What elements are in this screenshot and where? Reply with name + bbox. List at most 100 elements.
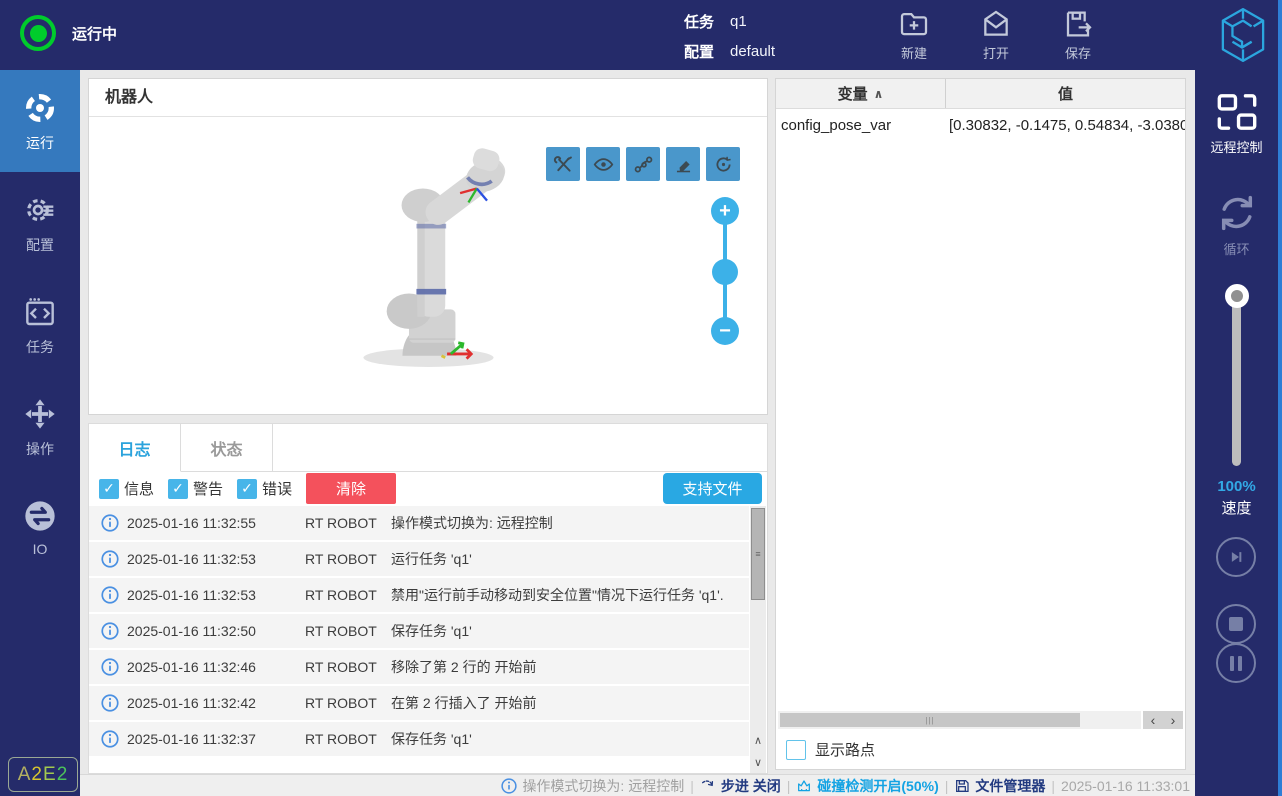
speed-percent: 100%: [1217, 478, 1256, 495]
log-message: 禁用"运行前手动移动到安全位置"情况下运行任务 'q1'.: [391, 587, 724, 603]
scroll-up-icon[interactable]: ∧: [750, 729, 766, 751]
variables-panel: 变量 ∧ 值 config_pose_var [0.30832, -0.1475…: [775, 78, 1186, 770]
open-task-icon: [980, 8, 1012, 40]
log-vertical-scrollbar[interactable]: ≡ ∧ ∨: [750, 506, 766, 773]
log-source: RT ROBOT: [305, 587, 377, 603]
sidebar-item[interactable]: 配置: [0, 172, 80, 274]
log-time: 2025-01-16 11:32:42: [127, 695, 256, 711]
run-status: 运行中: [20, 15, 117, 51]
log-source: RT ROBOT: [305, 515, 377, 531]
filter-checkbox[interactable]: [237, 478, 258, 499]
eraser-icon: [673, 154, 694, 175]
pause-button[interactable]: [1216, 643, 1256, 683]
view-tool-button[interactable]: [586, 147, 620, 181]
sidebar-item[interactable]: 运行: [0, 70, 80, 172]
scroll-right-icon[interactable]: ›: [1171, 713, 1176, 727]
task-label: 任务: [684, 13, 715, 31]
view-toolbar: [546, 147, 740, 181]
log-filter[interactable]: 错误: [237, 478, 292, 499]
tab-strip-spacer: [273, 424, 767, 472]
task-config-block: 任务 q1 配置 default: [684, 6, 775, 66]
log-entry-row[interactable]: 2025-01-16 11:32:46 RT ROBOT 移除了第 2 行的 开…: [89, 650, 749, 686]
view-tool-button[interactable]: [626, 147, 660, 181]
show-waypoints-checkbox[interactable]: [786, 739, 806, 760]
show-waypoints-label: 显示路点: [815, 742, 876, 759]
file-manager-icon: [954, 778, 970, 794]
variables-horizontal-scrollbar[interactable]: |||: [778, 711, 1141, 729]
pause-icon: [1230, 655, 1242, 671]
scroll-left-icon[interactable]: ‹: [1151, 713, 1156, 727]
config-label: 配置: [684, 43, 715, 61]
log-filters: 信息 警告 错误: [99, 478, 306, 499]
info-icon: [101, 586, 119, 604]
log-panel-tab[interactable]: 状态: [181, 424, 273, 472]
filter-checkbox[interactable]: [168, 478, 189, 499]
zoom-slider-handle[interactable]: [712, 259, 738, 285]
zoom-out-button[interactable]: −: [711, 317, 739, 345]
log-source: RT ROBOT: [305, 551, 377, 567]
log-entry-row[interactable]: 2025-01-16 11:32:42 RT ROBOT 在第 2 行插入了 开…: [89, 686, 749, 722]
sidebar-item[interactable]: IO: [0, 478, 80, 580]
view-tool-button[interactable]: [546, 147, 580, 181]
step-forward-button[interactable]: [1216, 537, 1256, 577]
stop-button[interactable]: [1216, 604, 1256, 644]
log-message: 操作模式切换为: 远程控制: [391, 515, 553, 531]
log-entry-row[interactable]: 2025-01-16 11:32:50 RT ROBOT 保存任务 'q1': [89, 614, 749, 650]
scrollbar-thumb[interactable]: ≡: [751, 508, 765, 600]
zoom-in-button[interactable]: +: [711, 197, 739, 225]
run-icon: [24, 92, 56, 124]
sidebar-nav: 运行 配置 任务 操作 IO: [0, 70, 80, 580]
view-tool-button[interactable]: [666, 147, 700, 181]
sidebar-item[interactable]: 任务: [0, 274, 80, 376]
log-filter[interactable]: 警告: [168, 478, 223, 499]
statusbar-clock: 2025-01-16 11:33:01: [1061, 777, 1190, 794]
log-entry-row[interactable]: 2025-01-16 11:32:55 RT ROBOT 操作模式切换为: 远程…: [89, 506, 749, 542]
topbar-action-button[interactable]: 新建: [893, 8, 935, 62]
panel-title: 机器人: [89, 79, 767, 117]
scrollbar-thumb[interactable]: |||: [780, 713, 1080, 727]
clear-log-button[interactable]: 清除: [306, 473, 397, 504]
variable-table-row[interactable]: config_pose_var [0.30832, -0.1475, 0.548…: [776, 109, 1185, 141]
filter-checkbox[interactable]: [99, 478, 119, 499]
loop-toggle[interactable]: 循环: [1195, 192, 1278, 258]
topbar-action-button[interactable]: 打开: [975, 8, 1017, 62]
speed-readout: 100% 速度: [1195, 478, 1278, 518]
sidebar-item-label: IO: [32, 541, 48, 557]
info-icon: [101, 514, 119, 532]
log-list: 2025-01-16 11:32:55 RT ROBOT 操作模式切换为: 远程…: [89, 506, 749, 773]
view-tool-button[interactable]: [706, 147, 740, 181]
statusbar-file-manager[interactable]: 文件管理器: [954, 776, 1045, 796]
show-waypoints-toggle[interactable]: 显示路点: [786, 739, 875, 760]
view-zoom-control: + −: [711, 197, 739, 345]
left-sidebar: 运行 配置 任务 操作 IO: [0, 70, 80, 796]
speed-slider-track[interactable]: [1232, 300, 1241, 466]
sort-asc-icon: ∧: [873, 86, 884, 101]
collision-icon: [796, 778, 812, 794]
robot-model-badge: A2E2: [8, 757, 78, 792]
column-header-value[interactable]: 值: [946, 79, 1185, 108]
log-entry-row[interactable]: 2025-01-16 11:32:53 RT ROBOT 运行任务 'q1': [89, 542, 749, 578]
scroll-down-icon[interactable]: ∨: [750, 751, 766, 773]
support-files-button[interactable]: 支持文件: [663, 473, 762, 504]
remote-control-mode[interactable]: 远程控制: [1195, 92, 1278, 156]
statusbar-collision-detect[interactable]: 碰撞检测开启(50%): [796, 776, 939, 796]
window-edge-strip: [1278, 0, 1282, 796]
loop-label: 循环: [1223, 242, 1250, 257]
sidebar-item-label: 运行: [26, 135, 54, 151]
statusbar-mode-message: 操作模式切换为: 远程控制: [501, 776, 684, 796]
robot-arm-3d-view[interactable]: [356, 137, 514, 385]
sidebar-item[interactable]: 操作: [0, 376, 80, 478]
speed-slider-handle[interactable]: [1225, 284, 1249, 308]
column-header-variable[interactable]: 变量 ∧: [776, 79, 946, 108]
variables-header: 变量 ∧ 值: [776, 79, 1185, 109]
statusbar-step-mode[interactable]: 步进 关闭: [700, 776, 781, 796]
variables-table-body: config_pose_var [0.30832, -0.1475, 0.548…: [776, 109, 1185, 141]
topbar-action-button[interactable]: 保存: [1057, 8, 1099, 62]
log-source: RT ROBOT: [305, 695, 377, 711]
log-panel-tab[interactable]: 日志: [89, 424, 181, 472]
log-time: 2025-01-16 11:32:53: [127, 587, 256, 603]
log-entry-row[interactable]: 2025-01-16 11:32:53 RT ROBOT 禁用"运行前手动移动到…: [89, 578, 749, 614]
log-filter[interactable]: 信息: [99, 478, 154, 499]
separator: |: [786, 777, 791, 794]
log-entry-row[interactable]: 2025-01-16 11:32:37 RT ROBOT 保存任务 'q1': [89, 722, 749, 758]
